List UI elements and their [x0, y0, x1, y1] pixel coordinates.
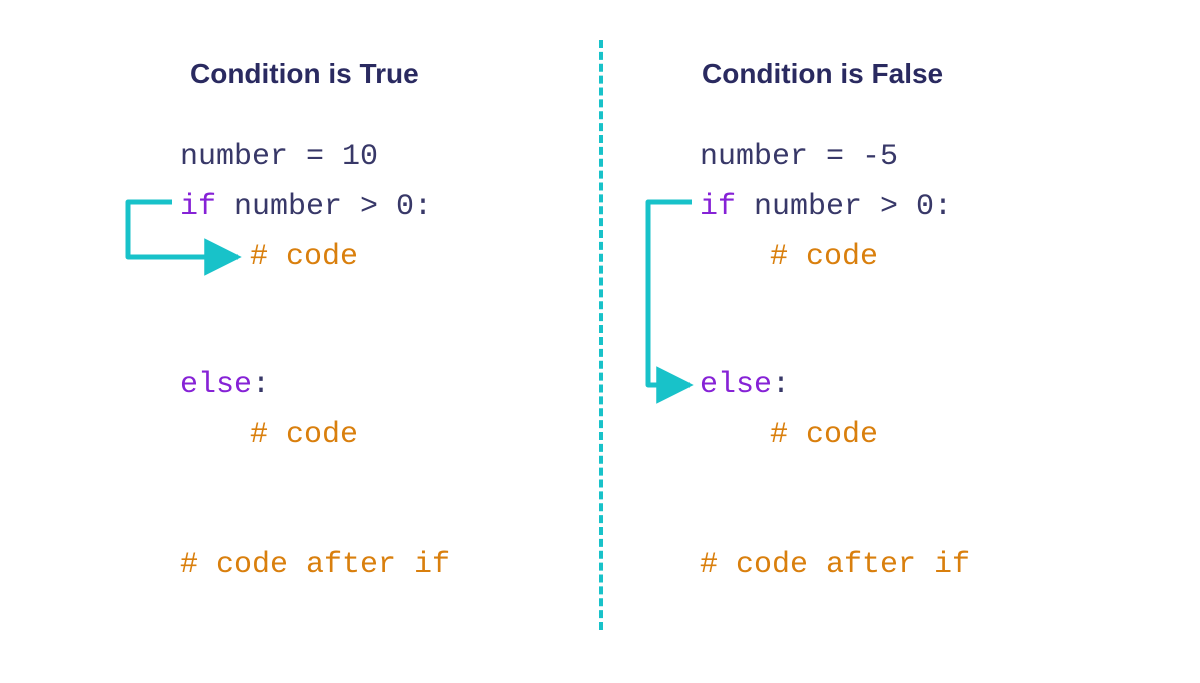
- right-flow-arrow-icon: [0, 0, 1200, 683]
- diagram-stage: Condition is True number = 10 if number …: [0, 0, 1200, 683]
